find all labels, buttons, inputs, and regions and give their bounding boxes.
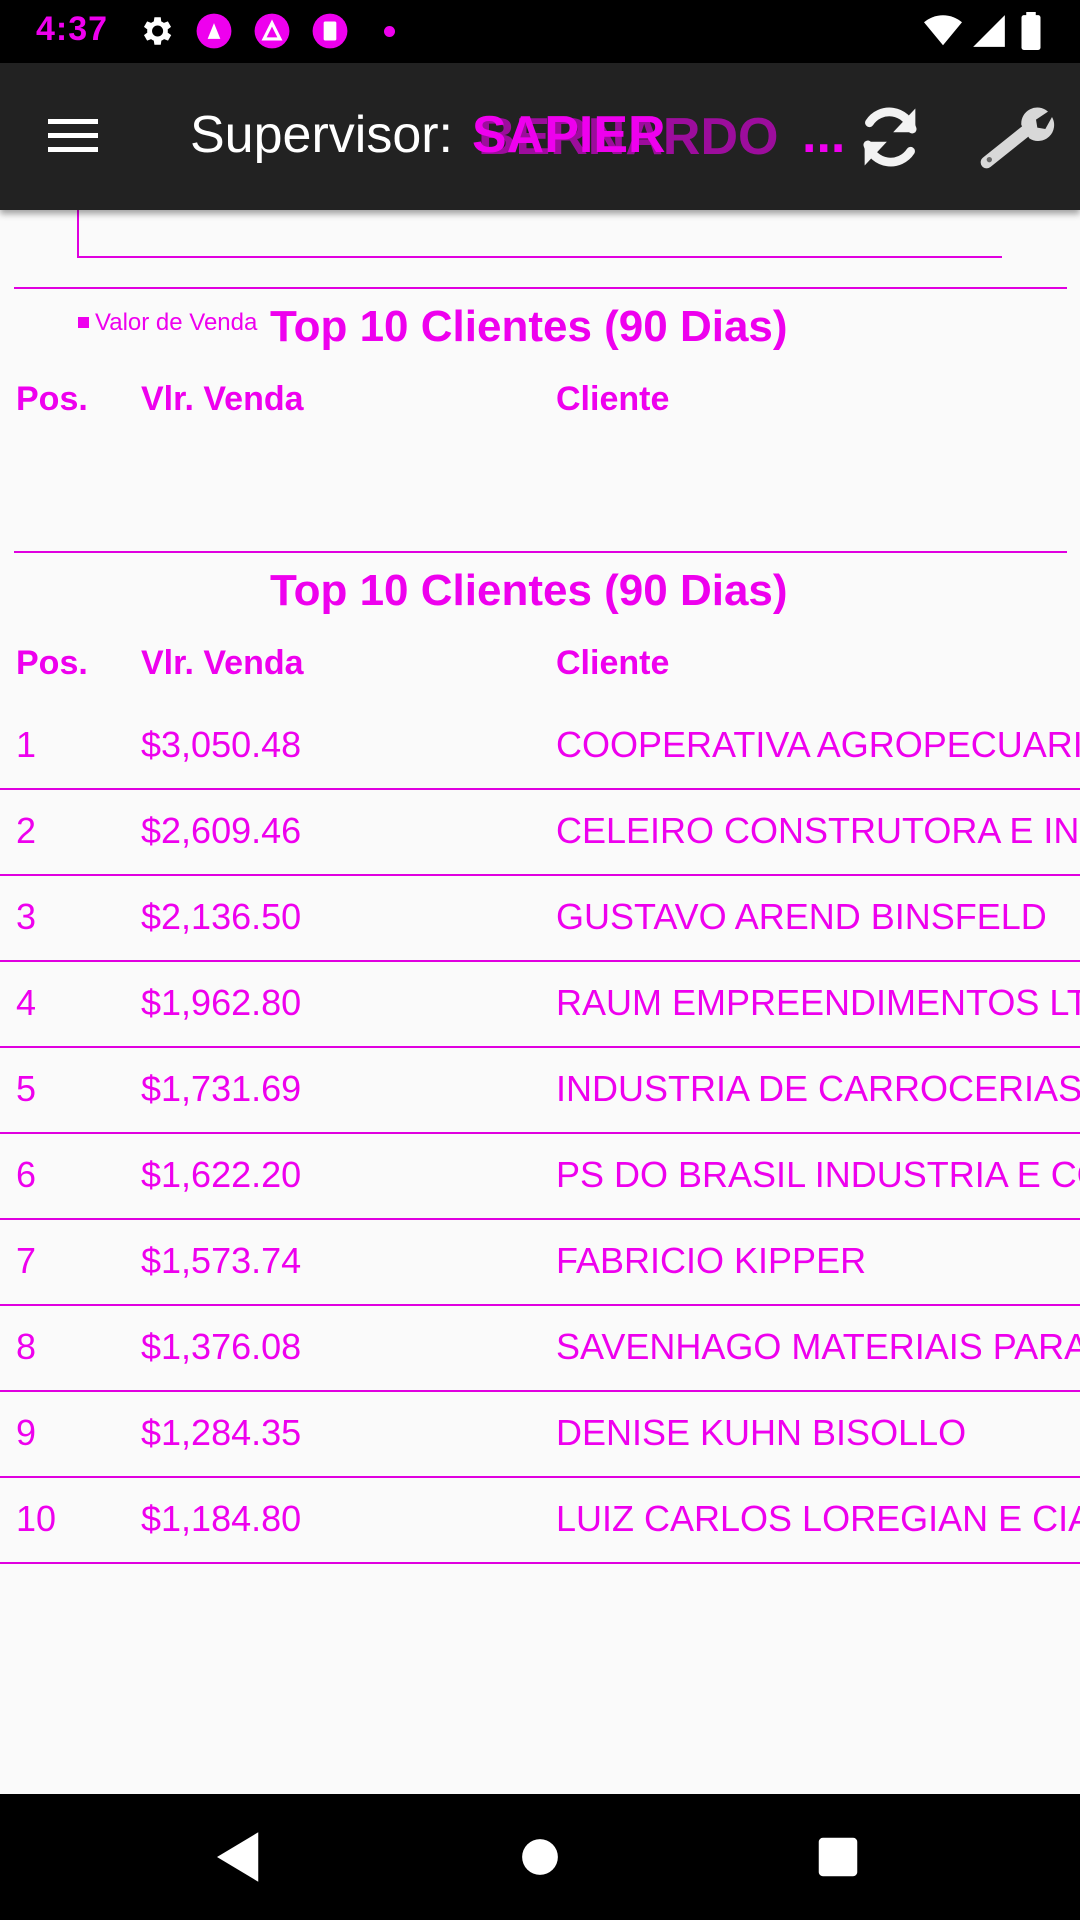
row-client: CELEIRO CONSTRUTORA E INCO [556, 810, 1080, 851]
hamburger-icon [48, 119, 98, 124]
wrench-icon [980, 107, 1055, 169]
table-col-client: Cliente [556, 644, 670, 682]
chart-frame [77, 210, 1002, 258]
table-row[interactable]: 3 $2,136.50 GUSTAVO AREND BINSFELD [0, 876, 1080, 962]
row-value: $1,962.80 [141, 982, 302, 1023]
chart-section-title: Top 10 Clientes (90 Dias) [270, 302, 788, 351]
row-pos: 3 [16, 896, 37, 937]
row-value: $2,136.50 [141, 896, 302, 937]
settings-button[interactable] [976, 101, 1056, 173]
table-row[interactable]: 2 $2,609.46 CELEIRO CONSTRUTORA E INCO [0, 790, 1080, 876]
row-pos: 4 [16, 982, 37, 1023]
title-ellipsis: ... [802, 106, 846, 164]
row-pos: 1 [16, 724, 37, 765]
clients-table: 1 $3,050.48 COOPERATIVA AGROPECUARIA 2 $… [0, 704, 1080, 1564]
more-notifications-dot [384, 26, 395, 37]
app-notification-icon [254, 13, 290, 49]
row-value: $1,376.08 [141, 1326, 302, 1367]
row-value: $1,573.74 [141, 1240, 302, 1281]
row-value: $1,184.80 [141, 1498, 302, 1539]
row-pos: 9 [16, 1412, 37, 1453]
table-row[interactable]: 7 $1,573.74 FABRICIO KIPPER [0, 1220, 1080, 1306]
chart-col-value: Vlr. Venda [141, 380, 304, 418]
table-row[interactable]: 6 $1,622.20 PS DO BRASIL INDUSTRIA E COM [0, 1134, 1080, 1220]
table-row[interactable]: 5 $1,731.69 INDUSTRIA DE CARROCERIAS D [0, 1048, 1080, 1134]
app-notification-icon [312, 13, 348, 49]
row-pos: 7 [16, 1240, 37, 1281]
signal-icon [973, 15, 1005, 47]
row-client: RAUM EMPREENDIMENTOS LTDA [556, 982, 1080, 1023]
table-col-pos: Pos. [16, 644, 88, 682]
status-time: 4:37 [36, 10, 109, 48]
row-pos: 5 [16, 1068, 37, 1109]
table-section-title: Top 10 Clientes (90 Dias) [270, 566, 788, 615]
row-client: LUIZ CARLOS LOREGIAN E CIA L [556, 1498, 1080, 1539]
row-value: $3,050.48 [141, 724, 302, 765]
row-client: INDUSTRIA DE CARROCERIAS D [556, 1068, 1080, 1109]
divider [14, 551, 1067, 553]
row-value: $1,731.69 [141, 1068, 302, 1109]
row-value: $1,622.20 [141, 1154, 302, 1195]
row-pos: 6 [16, 1154, 37, 1195]
table-row[interactable]: 10 $1,184.80 LUIZ CARLOS LOREGIAN E CIA … [0, 1478, 1080, 1564]
chart-col-pos: Pos. [16, 380, 88, 418]
divider [14, 287, 1067, 289]
refresh-button[interactable] [852, 99, 928, 175]
row-client: PS DO BRASIL INDUSTRIA E COM [556, 1154, 1080, 1195]
row-client: FABRICIO KIPPER [556, 1240, 867, 1281]
row-value: $2,609.46 [141, 810, 302, 851]
row-pos: 8 [16, 1326, 37, 1367]
app-bar: Supervisor: SAPIER BERNARDO ... [0, 63, 1080, 210]
table-row[interactable]: 1 $3,050.48 COOPERATIVA AGROPECUARIA [0, 704, 1080, 790]
row-client: GUSTAVO AREND BINSFELD [556, 896, 1047, 937]
navigation-bar [0, 1794, 1080, 1920]
page-title-prefix: Supervisor: [190, 106, 453, 164]
battery-icon [1021, 12, 1041, 50]
chart-col-client: Cliente [556, 380, 670, 418]
row-pos: 2 [16, 810, 37, 851]
app-notification-icon [196, 13, 232, 49]
home-icon[interactable] [507, 1824, 573, 1890]
back-icon[interactable] [206, 1824, 272, 1890]
status-bar: 4:37 [0, 0, 1080, 63]
wifi-icon [924, 15, 962, 46]
row-client: COOPERATIVA AGROPECUARIA [556, 724, 1080, 765]
settings-icon [143, 17, 172, 45]
row-pos: 10 [16, 1498, 57, 1539]
row-value: $1,284.35 [141, 1412, 302, 1453]
supervisor-name-overlap: BERNARDO [478, 108, 779, 166]
table-row[interactable]: 8 $1,376.08 SAVENHAGO MATERIAIS PARA C [0, 1306, 1080, 1392]
menu-button[interactable] [36, 103, 108, 167]
table-row[interactable]: 9 $1,284.35 DENISE KUHN BISOLLO [0, 1392, 1080, 1478]
row-client: SAVENHAGO MATERIAIS PARA C [556, 1326, 1080, 1367]
table-row[interactable]: 4 $1,962.80 RAUM EMPREENDIMENTOS LTDA [0, 962, 1080, 1048]
table-col-value: Vlr. Venda [141, 644, 304, 682]
row-client: DENISE KUHN BISOLLO [556, 1412, 967, 1453]
recents-icon[interactable] [805, 1824, 871, 1890]
